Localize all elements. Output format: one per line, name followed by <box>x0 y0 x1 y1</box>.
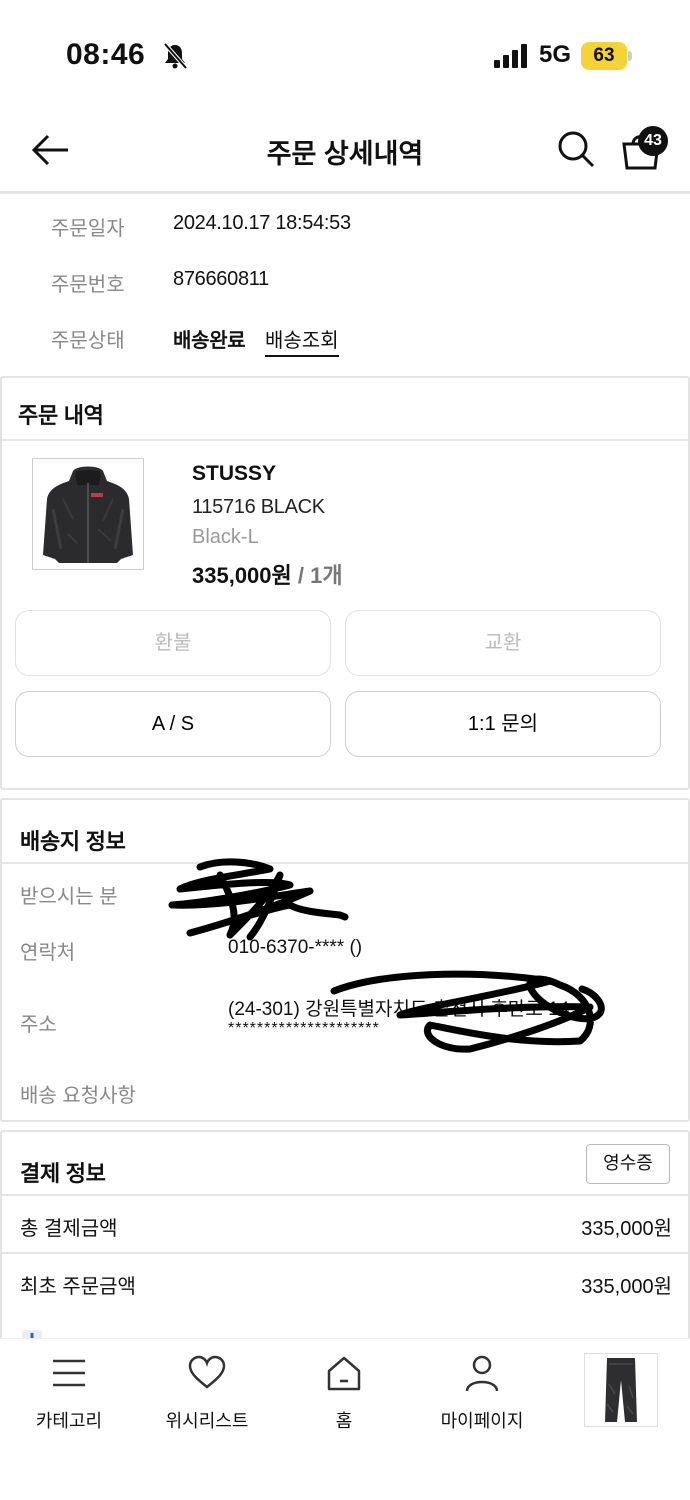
order-status-label: 주문상태 <box>51 330 125 352</box>
original-amount-label: 최초 주문금액 <box>20 1276 136 1298</box>
product-image[interactable] <box>32 458 144 570</box>
network-label: 5G <box>539 41 572 68</box>
total-payment-label: 총 결제금액 <box>20 1218 118 1240</box>
nav-mypage-label: 마이페이지 <box>440 1411 524 1431</box>
product-quantity: / 1개 <box>291 563 343 588</box>
shipping-title: 배송지 정보 <box>20 829 126 854</box>
payment-info-card: 결제 정보 영수증 총 결제금액 335,000원 최초 주문금액 335,00… <box>0 1130 690 1370</box>
exchange-button[interactable]: 교환 <box>345 610 661 676</box>
nav-category-label: 카테고리 <box>35 1411 103 1431</box>
order-items-title: 주문 내역 <box>18 403 104 428</box>
nav-mypage[interactable]: 마이페이지 <box>422 1353 542 1433</box>
order-number-row: 주문번호 876660811 <box>0 260 690 300</box>
receipt-button[interactable]: 영수증 <box>586 1144 670 1184</box>
product-name[interactable]: 115716 BLACK <box>192 496 325 519</box>
original-amount-value: 335,000원 <box>581 1276 672 1298</box>
nav-wishlist-label: 위시리스트 <box>165 1411 249 1431</box>
bottom-nav: 카테고리 위시리스트 홈 마이페이지 <box>0 1338 690 1500</box>
order-status-row: 주문상태 배송완료 배송조회 <box>0 316 690 357</box>
order-date-value: 2024.10.17 18:54:53 <box>173 212 351 234</box>
status-bar: 08:46 5G 63 <box>0 0 690 110</box>
nav-category[interactable]: 카테고리 <box>9 1353 129 1433</box>
product-price-line: 335,000원 / 1개 <box>192 558 343 590</box>
total-payment-value: 335,000원 <box>581 1218 672 1240</box>
total-payment-row: 총 결제금액 335,000원 <box>2 1196 688 1252</box>
delivery-request-label: 배송 요청사항 <box>20 1085 136 1107</box>
product-option: Black-L <box>192 526 259 548</box>
shipping-info-card: 배송지 정보 받으시는 분 연락처 010-6370-**** () 주소 (2… <box>0 798 690 1122</box>
signal-icon <box>494 44 527 68</box>
nav-home[interactable]: 홈 <box>284 1353 404 1433</box>
heart-icon <box>188 1355 226 1389</box>
order-number-label: 주문번호 <box>51 274 125 296</box>
as-button[interactable]: A / S <box>15 691 331 757</box>
divider <box>2 862 688 864</box>
battery-icon: 63 <box>581 42 627 70</box>
battery-cap <box>628 51 632 61</box>
refund-button[interactable]: 환불 <box>15 610 331 676</box>
address-line1: (24-301) 강원특별자치도 춘천시 후만로 14 <box>228 999 570 1020</box>
jeans-image <box>585 1354 657 1426</box>
product-brand[interactable]: STUSSY <box>192 462 276 486</box>
bell-muted-icon <box>163 42 188 70</box>
address-label: 주소 <box>20 1014 57 1036</box>
track-shipment-link[interactable]: 배송조회 <box>265 324 339 357</box>
inquiry-button[interactable]: 1:1 문의 <box>345 691 661 757</box>
person-icon <box>465 1355 499 1392</box>
nav-home-label: 홈 <box>335 1411 353 1431</box>
recent-product-thumbnail[interactable] <box>584 1353 658 1427</box>
menu-icon <box>53 1359 85 1387</box>
jacket-image <box>33 459 143 569</box>
contact-value: 010-6370-**** () <box>228 937 363 958</box>
product-price: 335,000원 <box>192 563 292 588</box>
app-header: 주문 상세내역 43 <box>0 110 690 194</box>
status-time: 08:46 <box>66 38 146 71</box>
address-line2: ********************* <box>228 1020 380 1037</box>
order-number-value: 876660811 <box>173 268 269 290</box>
contact-label: 연락처 <box>20 942 76 964</box>
recipient-label: 받으시는 분 <box>20 886 118 908</box>
order-items-card: 주문 내역 STUSSY 115716 BLACK Black-L 335,00… <box>0 376 690 790</box>
order-date-row: 주문일자 2024.10.17 18:54:53 <box>0 204 690 244</box>
cart-count-badge: 43 <box>638 126 668 156</box>
search-icon[interactable] <box>557 130 595 168</box>
order-status-value: 배송완료 <box>173 330 246 352</box>
payment-title: 결제 정보 <box>20 1161 106 1186</box>
order-date-label: 주문일자 <box>51 218 125 240</box>
divider <box>2 439 688 441</box>
original-amount-row: 최초 주문금액 335,000원 <box>2 1254 688 1310</box>
home-icon <box>327 1356 361 1391</box>
nav-wishlist[interactable]: 위시리스트 <box>147 1353 267 1433</box>
